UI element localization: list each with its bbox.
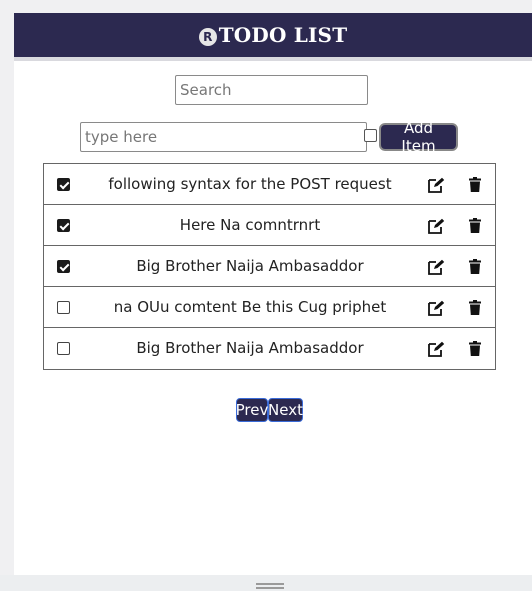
todo-text: Big Brother Naija Ambasaddor [136, 257, 364, 275]
trash-icon[interactable] [469, 300, 481, 315]
edit-icon[interactable] [428, 259, 445, 275]
todo-row: following syntax for the POST request [44, 164, 495, 205]
new-item-input[interactable] [80, 122, 367, 152]
new-item-checkbox[interactable] [364, 129, 377, 142]
todo-checkbox[interactable] [57, 219, 70, 232]
search-input[interactable] [175, 75, 368, 105]
todo-checkbox[interactable] [57, 342, 70, 355]
page-title: TODO LIST [218, 23, 348, 47]
todo-row: Here Na comntrnrt [44, 205, 495, 246]
pagination: Prev Next [236, 398, 303, 422]
todo-checkbox[interactable] [57, 301, 70, 314]
trash-icon[interactable] [469, 218, 481, 233]
edit-icon[interactable] [428, 341, 445, 357]
add-item-button[interactable]: Add Item [379, 119, 458, 155]
todo-text: Here Na comntrnrt [179, 216, 321, 234]
resize-handle[interactable] [256, 583, 284, 589]
todo-row: Big Brother Naija Ambasaddor [44, 328, 495, 369]
todo-text: na OUu comtent Be this Cug priphet [113, 298, 387, 316]
todo-row: na OUu comtent Be this Cug priphet [44, 287, 495, 328]
trash-icon[interactable] [469, 259, 481, 274]
todo-row: Big Brother Naija Ambasaddor [44, 246, 495, 287]
logo-badge: R [198, 28, 217, 46]
edit-icon[interactable] [428, 218, 445, 234]
todo-text: Big Brother Naija Ambasaddor [136, 339, 364, 357]
todo-text: following syntax for the POST request [108, 175, 392, 193]
app-panel: R TODO LIST Add Item following syntax fo… [14, 13, 532, 575]
todo-list: following syntax for the POST request He… [43, 163, 496, 370]
prev-button[interactable]: Prev [236, 398, 268, 422]
trash-icon[interactable] [469, 177, 481, 192]
edit-icon[interactable] [428, 300, 445, 316]
todo-checkbox[interactable] [57, 260, 70, 273]
edit-icon[interactable] [428, 177, 445, 193]
app-header: R TODO LIST [14, 13, 532, 61]
trash-icon[interactable] [469, 341, 481, 356]
next-button[interactable]: Next [268, 398, 303, 422]
todo-checkbox[interactable] [57, 178, 70, 191]
